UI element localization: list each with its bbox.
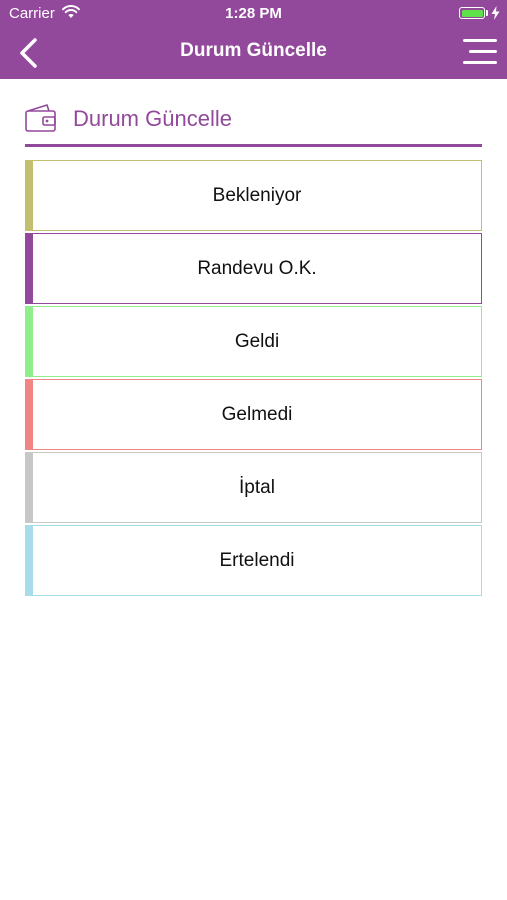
page-title: Durum Güncelle [180, 40, 327, 61]
status-option-bekleniyor[interactable]: Bekleniyor [25, 160, 482, 231]
status-list: Bekleniyor Randevu O.K. Geldi Gelmedi İp… [25, 160, 482, 598]
hamburger-menu-icon [463, 39, 497, 42]
section-title: Durum Güncelle [73, 106, 232, 131]
top-bar: Carrier 1:28 PM Durum Güncelle [0, 0, 507, 79]
status-option-label: Gelmedi [221, 403, 293, 425]
menu-button[interactable] [459, 37, 497, 69]
status-bar: Carrier 1:28 PM [0, 0, 507, 28]
battery-icon [459, 7, 485, 19]
section-header: Durum Güncelle [25, 100, 482, 148]
status-option-label: Ertelendi [219, 549, 295, 571]
battery-tip [486, 10, 488, 16]
status-option-iptal[interactable]: İptal [25, 452, 482, 523]
title-divider [25, 144, 482, 147]
status-option-label: Bekleniyor [212, 184, 302, 206]
status-option-label: İptal [239, 476, 275, 498]
status-option-label: Geldi [234, 330, 280, 352]
charging-bolt-icon [491, 6, 500, 20]
wallet-icon [25, 104, 56, 132]
navigation-bar: Durum Güncelle [0, 28, 507, 79]
status-option-label: Randevu O.K. [197, 257, 317, 279]
clock: 1:28 PM [225, 5, 282, 22]
status-option-gelmedi[interactable]: Gelmedi [25, 379, 482, 450]
status-option-randevu-ok[interactable]: Randevu O.K. [25, 233, 482, 304]
status-option-ertelendi[interactable]: Ertelendi [25, 525, 482, 596]
status-option-geldi[interactable]: Geldi [25, 306, 482, 377]
